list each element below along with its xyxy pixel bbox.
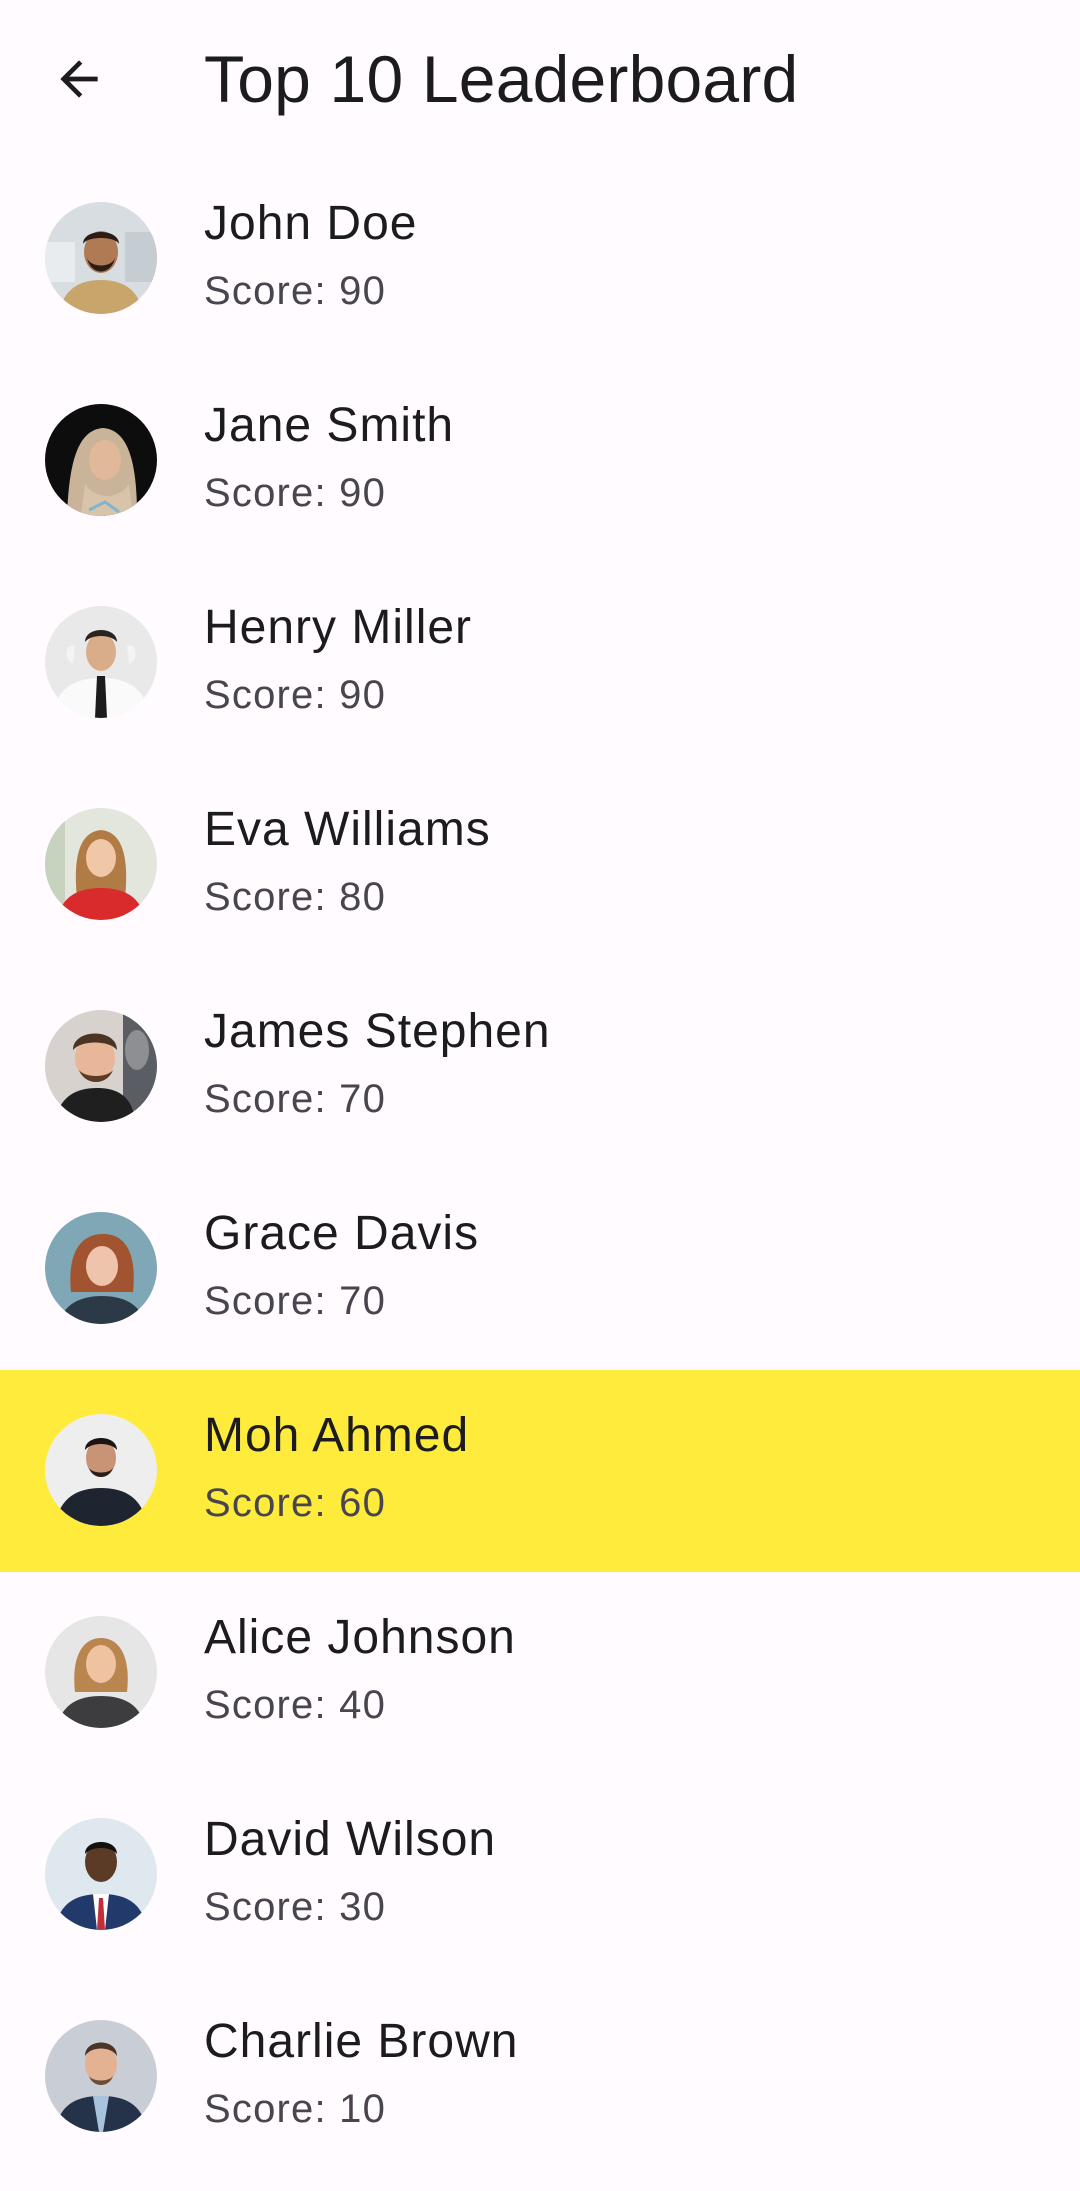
avatar [45, 404, 157, 516]
arrow-left-icon [60, 60, 98, 98]
avatar [45, 606, 157, 718]
avatar [45, 1414, 157, 1526]
leaderboard-row[interactable]: Eva Williams Score: 80 [0, 764, 1080, 966]
page-title: Top 10 Leaderboard [204, 42, 799, 116]
player-name: James Stephen [204, 1005, 551, 1058]
player-score: Score: 90 [204, 673, 387, 717]
leaderboard-row[interactable]: David Wilson Score: 30 [0, 1774, 1080, 1976]
player-name: David Wilson [204, 1813, 497, 1866]
leaderboard-row[interactable]: John Doe Score: 90 [0, 158, 1080, 360]
player-name: Grace Davis [204, 1207, 480, 1260]
player-name: Moh Ahmed [204, 1409, 470, 1462]
player-name: Eva Williams [204, 803, 491, 856]
player-score: Score: 90 [204, 471, 387, 515]
player-name: Alice Johnson [204, 1611, 516, 1664]
leaderboard-row[interactable]: Charlie Brown Score: 10 [0, 1976, 1080, 2178]
avatar [45, 1616, 157, 1728]
leaderboard-row[interactable]: James Stephen Score: 70 [0, 966, 1080, 1168]
player-name: John Doe [204, 197, 418, 250]
avatar [45, 2020, 157, 2132]
leaderboard-row-current-user[interactable]: Moh Ahmed Score: 60 [0, 1370, 1080, 1572]
avatar [45, 1212, 157, 1324]
player-name: Jane Smith [204, 399, 455, 452]
avatar [45, 1818, 157, 1930]
avatar [45, 1010, 157, 1122]
player-score: Score: 10 [204, 2087, 387, 2131]
back-button[interactable] [40, 40, 118, 118]
player-score: Score: 30 [204, 1885, 387, 1929]
leaderboard-row[interactable]: Jane Smith Score: 90 [0, 360, 1080, 562]
player-score: Score: 70 [204, 1077, 387, 1121]
leaderboard-row[interactable]: Grace Davis Score: 70 [0, 1168, 1080, 1370]
avatar [45, 808, 157, 920]
avatar [45, 202, 157, 314]
app-bar: Top 10 Leaderboard [0, 0, 1080, 158]
leaderboard-screen: Top 10 Leaderboard John Doe Score: 90 Ja… [0, 0, 1080, 2191]
player-score: Score: 70 [204, 1279, 387, 1323]
leaderboard-list: John Doe Score: 90 Jane Smith Score: 90 [0, 158, 1080, 2178]
leaderboard-row[interactable]: Alice Johnson Score: 40 [0, 1572, 1080, 1774]
player-score: Score: 90 [204, 269, 387, 313]
player-name: Henry Miller [204, 601, 473, 654]
player-score: Score: 80 [204, 875, 387, 919]
player-name: Charlie Brown [204, 2015, 519, 2068]
player-score: Score: 60 [204, 1481, 387, 1525]
player-score: Score: 40 [204, 1683, 387, 1727]
leaderboard-row[interactable]: Henry Miller Score: 90 [0, 562, 1080, 764]
